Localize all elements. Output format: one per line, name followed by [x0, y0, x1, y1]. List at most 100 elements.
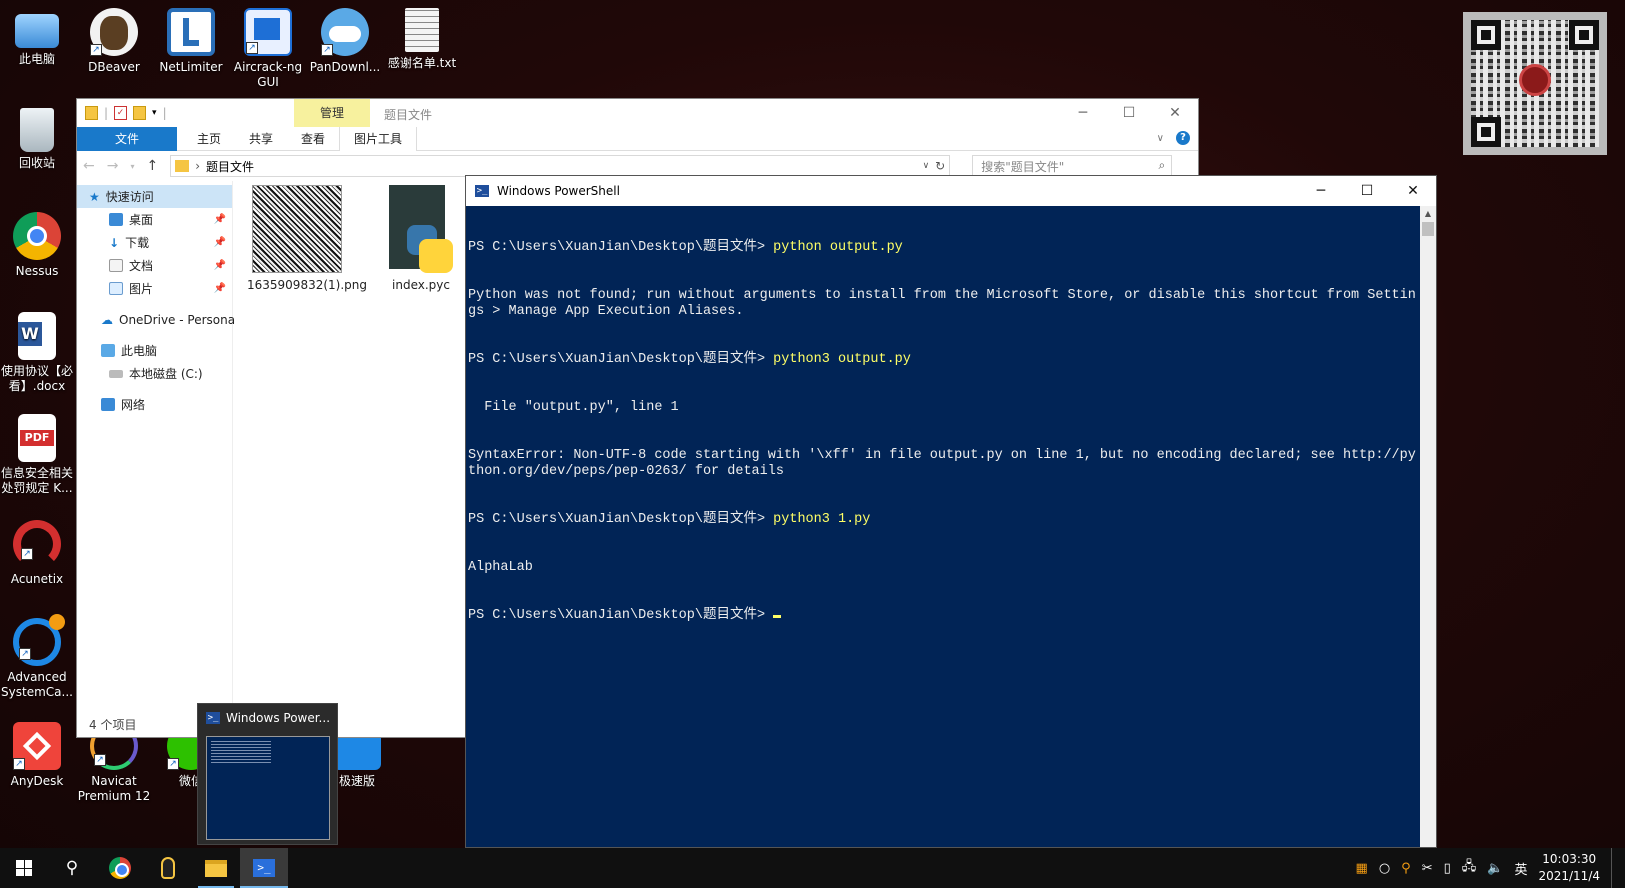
terminal-line: AlphaLab	[468, 560, 533, 575]
taskbar-search-button[interactable]: ⚲	[48, 848, 96, 888]
up-arrow-icon[interactable]: ↑	[146, 158, 158, 174]
nav-label: 图片	[129, 282, 154, 296]
taskbar-file-explorer[interactable]	[192, 848, 240, 888]
tab-share[interactable]: 共享	[235, 127, 287, 151]
minimize-button[interactable]: ─	[1298, 176, 1344, 206]
refresh-icon[interactable]: ↻	[935, 159, 945, 173]
tab-manage[interactable]: 管理	[294, 99, 370, 127]
ribbon-tabs: 文件 主页 共享 查看 图片工具 ∨ ?	[77, 126, 1198, 151]
file-item-pyc[interactable]: index.pyc	[371, 185, 471, 293]
pin-icon[interactable]: 📌	[214, 260, 226, 271]
desktop-icon-label: 信息安全相关处罚规定 K...	[0, 466, 73, 495]
circle-tray-icon[interactable]: ○	[1379, 861, 1390, 876]
powershell-icon: >_	[475, 185, 489, 197]
tab-picture-tools[interactable]: 图片工具	[339, 126, 418, 151]
screenshot-tray-icon[interactable]: ✂	[1422, 861, 1433, 876]
nav-pictures[interactable]: 图片 📌	[77, 277, 232, 300]
network-icon[interactable]: 🖧	[1462, 857, 1477, 879]
start-button[interactable]	[0, 848, 48, 888]
folder-icon[interactable]	[85, 106, 98, 120]
chevron-right-icon[interactable]: ›	[195, 159, 200, 173]
search-placeholder: 搜索"题目文件"	[981, 160, 1065, 174]
taskbar-app[interactable]	[144, 848, 192, 888]
recent-locations-icon[interactable]: ▾	[130, 162, 134, 171]
minimize-button[interactable]: ─	[1060, 99, 1106, 127]
desktop-icon-this-pc[interactable]: 此电脑	[0, 8, 74, 67]
nav-desktop[interactable]: 桌面 📌	[77, 208, 232, 231]
customize-toolbar-icon[interactable]: ▾	[152, 108, 157, 118]
app-tray-icon[interactable]: ▦	[1356, 861, 1368, 876]
vertical-scrollbar[interactable]: ▲	[1420, 206, 1436, 847]
scroll-up-icon[interactable]: ▲	[1420, 206, 1436, 222]
nav-downloads[interactable]: ↓ 下载 📌	[77, 231, 232, 254]
tab-file[interactable]: 文件	[77, 126, 177, 151]
nav-this-pc[interactable]: 此电脑	[77, 339, 232, 362]
nav-label: 快速访问	[105, 190, 154, 204]
address-dropdown-icon[interactable]: ∨	[923, 161, 930, 171]
pin-icon[interactable]: 📌	[214, 237, 226, 248]
desktop-icon-aircrack[interactable]: ↗ Aircrack-ng GUI	[231, 8, 305, 90]
back-arrow-icon[interactable]: ←	[83, 158, 95, 174]
forward-arrow-icon[interactable]: →	[107, 158, 119, 174]
taskbar: ⚲ >_ ▦ ○ ⚲ ✂ ▯ 🖧 🔈 英 10:03:30 2021/11/4	[0, 848, 1625, 888]
windows-logo-icon	[16, 860, 32, 876]
desktop-icon-dbeaver[interactable]: ↗ DBeaver	[77, 8, 151, 75]
pdf-icon: PDF	[18, 414, 56, 462]
tab-view[interactable]: 查看	[287, 127, 339, 151]
properties-icon[interactable]: ✓	[114, 106, 128, 120]
dbeaver-icon: ↗	[90, 8, 138, 56]
pin-icon[interactable]: 📌	[214, 283, 226, 294]
desktop-icon-anydesk[interactable]: ↗ AnyDesk	[0, 722, 74, 789]
new-folder-icon[interactable]	[133, 106, 147, 120]
clock[interactable]: 10:03:30 2021/11/4	[1538, 851, 1600, 885]
recycle-bin-icon	[20, 108, 54, 152]
desktop-icon-word-doc[interactable]: W 使用协议【必看】.docx	[0, 312, 74, 394]
usb-icon[interactable]: ▯	[1444, 861, 1451, 876]
breadcrumb-current[interactable]: 题目文件	[206, 158, 254, 175]
powershell-icon: >_	[206, 712, 220, 724]
close-button[interactable]: ✕	[1152, 99, 1198, 127]
desktop-icon-pdf[interactable]: PDF 信息安全相关处罚规定 K...	[0, 414, 74, 496]
chrome-icon	[109, 857, 131, 879]
tab-home[interactable]: 主页	[183, 127, 235, 151]
search-input[interactable]: 搜索"题目文件" ⌕	[972, 155, 1173, 177]
desktop-icon-netlimiter[interactable]: NetLimiter	[154, 8, 228, 75]
expand-ribbon-icon[interactable]: ∨	[1157, 133, 1164, 144]
maximize-button[interactable]: ☐	[1106, 99, 1152, 127]
terminal-output[interactable]: PS C:\Users\XuanJian\Desktop\题目文件> pytho…	[466, 206, 1420, 847]
separator: |	[162, 106, 167, 120]
volume-icon[interactable]: 🔈	[1487, 861, 1503, 876]
file-item-png[interactable]: 1635909832(1).png	[247, 185, 367, 293]
nav-label: 下载	[125, 236, 150, 250]
show-desktop-button[interactable]	[1611, 848, 1615, 888]
help-icon[interactable]: ?	[1176, 131, 1190, 145]
nav-onedrive[interactable]: ☁ OneDrive - Persona	[77, 308, 235, 331]
desktop-icon-nessus[interactable]: Nessus	[0, 212, 74, 279]
taskbar-chrome[interactable]	[96, 848, 144, 888]
scrollbar-thumb[interactable]	[1422, 222, 1434, 236]
desktop-icon-recycle-bin[interactable]: 回收站	[0, 108, 74, 171]
desktop-icon-pandownload[interactable]: ↗ PanDownl...	[308, 8, 382, 75]
desktop-icon-acunetix[interactable]: ↗ Acunetix	[0, 520, 74, 587]
preview-thumbnail[interactable]	[206, 736, 330, 840]
nav-documents[interactable]: 文档 📌	[77, 254, 232, 277]
file-name: index.pyc	[392, 278, 450, 292]
desktop-icon-thanks-txt[interactable]: 感谢名单.txt	[385, 8, 459, 71]
desktop-icon-advanced-systemcare[interactable]: ↗ Advanced SystemCa...	[0, 614, 74, 700]
close-button[interactable]: ✕	[1390, 176, 1436, 206]
preview-title-bar: >_ Windows Power...	[198, 704, 337, 732]
folder-icon	[175, 160, 190, 172]
taskbar-powershell[interactable]: >_	[240, 848, 288, 888]
prompt: PS C:\Users\XuanJian\Desktop\题目文件>	[468, 608, 774, 623]
desktop-icon-label: NetLimiter	[159, 60, 223, 74]
search-icon[interactable]: ⌕	[1158, 158, 1165, 173]
maximize-button[interactable]: ☐	[1344, 176, 1390, 206]
nav-network[interactable]: 网络	[77, 393, 232, 416]
nav-local-disk[interactable]: 本地磁盘 (C:)	[77, 362, 232, 385]
nav-quick-access[interactable]: ★ 快速访问	[77, 185, 232, 208]
input-method-indicator[interactable]: 英	[1514, 859, 1527, 878]
pin-icon[interactable]: 📌	[214, 214, 226, 225]
magnifier-tray-icon[interactable]: ⚲	[1401, 861, 1411, 876]
taskbar-window-preview[interactable]: >_ Windows Power...	[197, 703, 338, 845]
address-bar[interactable]: › 题目文件 ∨ ↻	[170, 155, 951, 177]
